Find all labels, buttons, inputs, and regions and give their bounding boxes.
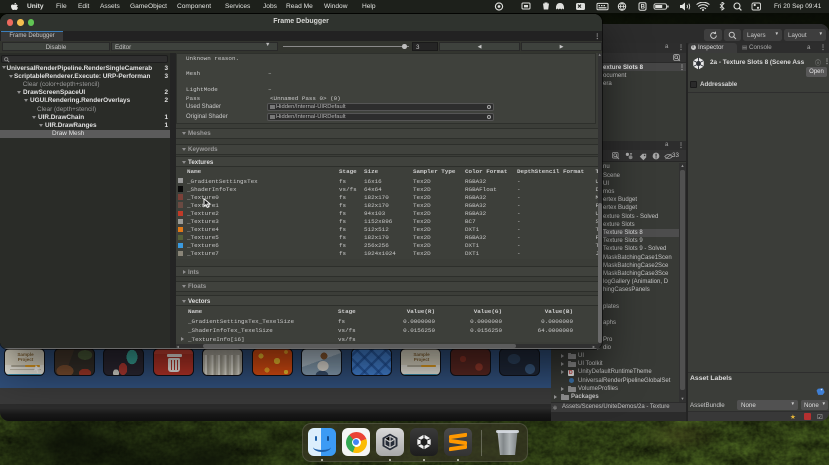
svg-text:B: B xyxy=(641,5,646,11)
